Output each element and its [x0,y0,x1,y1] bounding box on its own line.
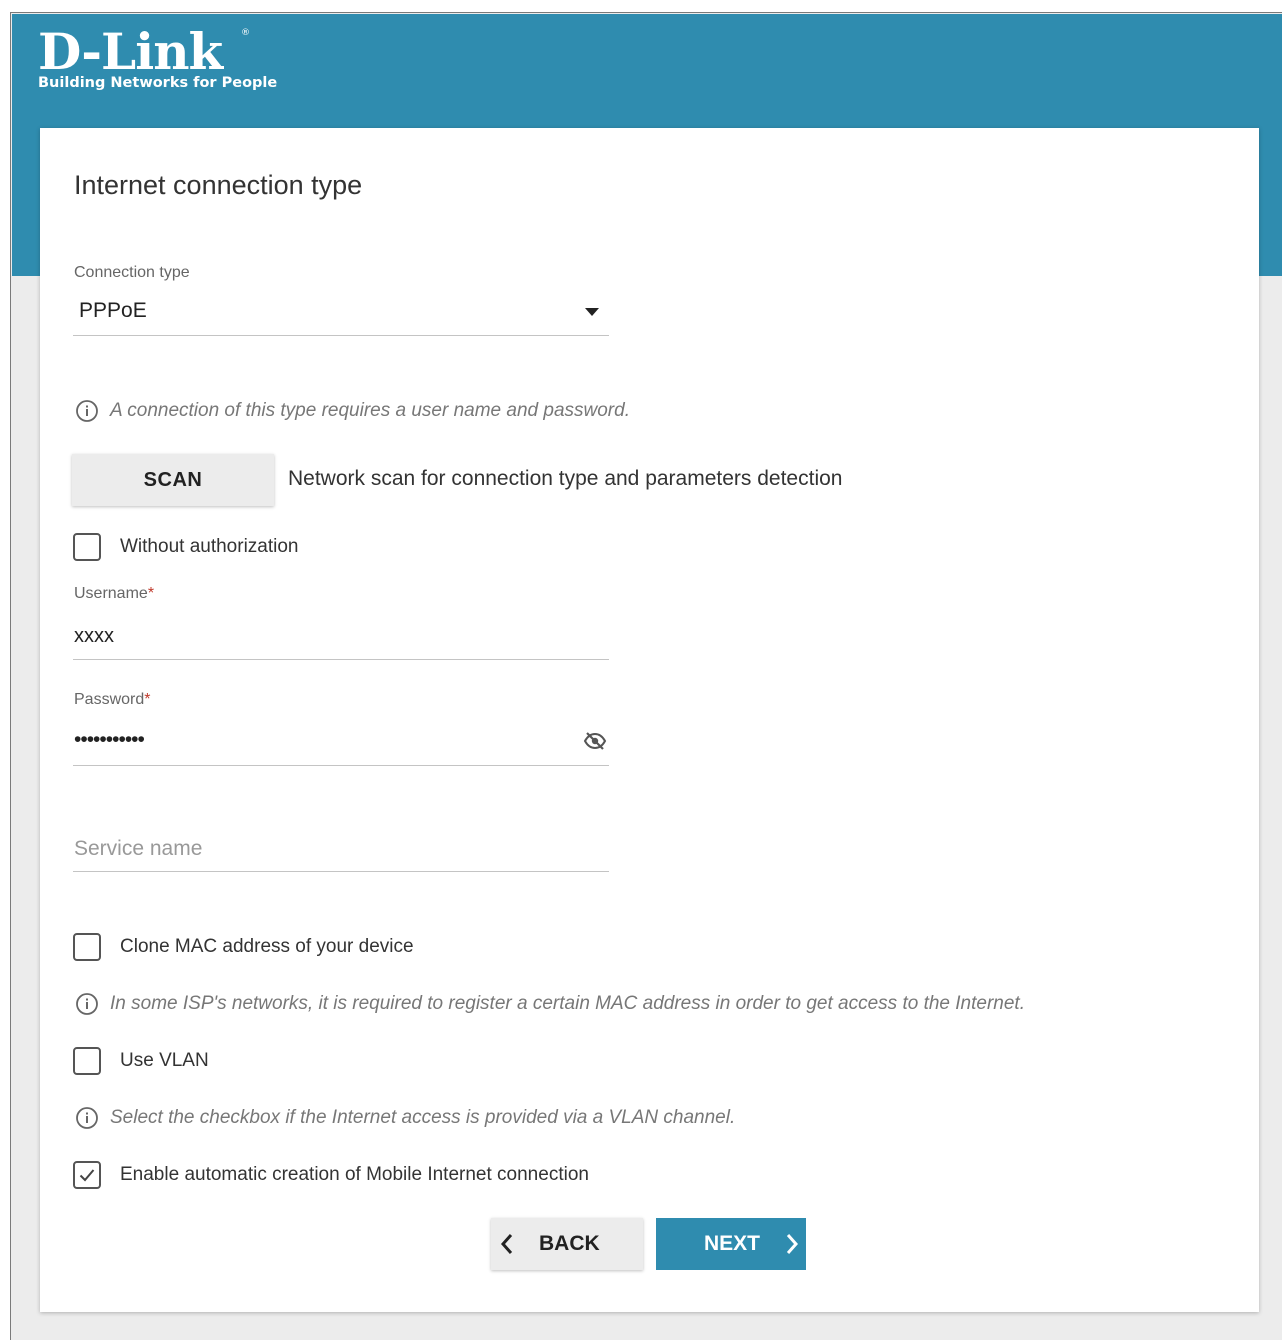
password-field[interactable]: ••••••••••• [73,720,609,764]
use-vlan-checkbox[interactable] [73,1047,101,1075]
clone-mac-label: Clone MAC address of your device [120,936,414,957]
username-value: xxxx [74,625,114,647]
dlink-logo: D-Link ® Building Networks for People [38,26,278,92]
connection-type-select[interactable]: PPPoE [73,288,609,336]
connection-type-underline [73,335,609,336]
password-label: Password* [74,691,150,709]
info-icon [76,400,98,422]
service-name-placeholder: Service name [74,837,203,860]
scan-button[interactable]: SCAN [72,454,274,506]
username-label: Username* [74,585,154,603]
use-vlan-info-text: Select the checkbox if the Internet acce… [110,1107,736,1128]
chevron-left-icon [500,1234,513,1254]
password-value: ••••••••••• [74,728,145,751]
use-vlan-label: Use VLAN [120,1050,209,1071]
clone-mac-checkbox[interactable] [73,933,101,961]
eye-off-icon[interactable] [583,730,607,752]
chevron-down-icon [585,308,599,316]
clone-mac-info-text: In some ISP's networks, it is required t… [110,993,1025,1014]
password-underline [73,765,609,766]
back-button-label: BACK [539,1232,600,1255]
service-name-field[interactable]: Service name [73,828,609,872]
without-authorization-checkbox[interactable] [73,533,101,561]
next-button-label: NEXT [704,1232,761,1255]
wizard-card: Internet connection type Connection type… [40,128,1259,1312]
connection-type-label: Connection type [74,264,190,281]
username-label-text: Username [74,585,148,602]
next-button[interactable]: NEXT [656,1218,806,1270]
info-icon [76,1107,98,1129]
password-label-text: Password [74,691,145,708]
username-field[interactable]: xxxx [73,614,609,658]
logo-registered-mark: ® [241,28,250,38]
info-icon [76,993,98,1015]
mobile-internet-checkbox[interactable] [73,1161,101,1189]
connection-type-value: PPPoE [79,299,147,322]
scan-description: Network scan for connection type and par… [288,467,843,490]
logo-tagline: Building Networks for People [38,75,278,91]
back-button[interactable]: BACK [491,1218,643,1270]
checkmark-icon [79,1169,95,1182]
without-authorization-label: Without authorization [120,536,299,557]
required-mark: * [144,691,151,708]
username-underline [73,659,609,660]
connection-info-text: A connection of this type requires a use… [110,400,630,421]
page-title: Internet connection type [74,170,363,200]
required-mark: * [147,585,155,602]
service-name-underline [73,871,609,872]
chevron-right-icon [786,1234,799,1254]
mobile-internet-label: Enable automatic creation of Mobile Inte… [120,1164,589,1185]
